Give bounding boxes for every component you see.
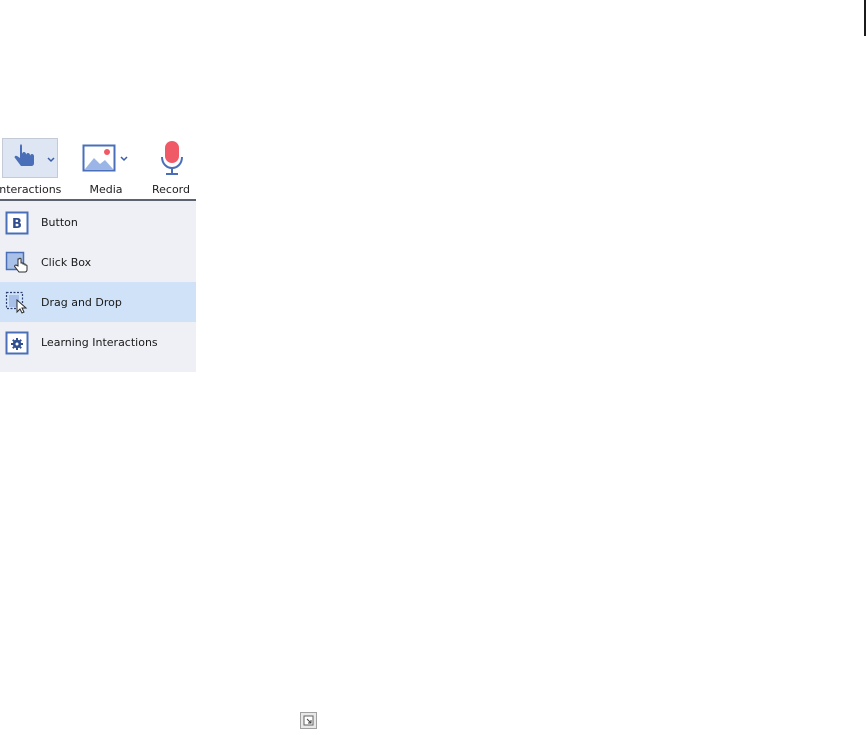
interactions-dropdown-menu: B Button Click Box Drag and Drop Learnin… — [0, 199, 196, 372]
menu-item-label: Button — [41, 216, 78, 229]
button-b-icon: B — [5, 211, 29, 235]
drag-drop-icon — [5, 291, 28, 314]
image-icon — [82, 144, 116, 172]
chevron-down-icon — [120, 156, 128, 162]
resize-grip-icon[interactable] — [300, 712, 317, 729]
menu-item-click-box[interactable]: Click Box — [0, 242, 196, 282]
menu-item-label: Click Box — [41, 256, 92, 269]
hand-pointer-icon — [14, 144, 34, 166]
gear-box-icon — [5, 331, 29, 355]
record-label: Record — [151, 183, 190, 196]
interactions-tool[interactable]: Interactions — [0, 136, 66, 198]
click-box-icon — [5, 251, 28, 273]
insert-panel: Interactions Media Record B Button Click… — [0, 136, 196, 372]
menu-item-label: Drag and Drop — [41, 296, 122, 309]
chevron-down-icon — [47, 157, 55, 163]
svg-text:B: B — [12, 217, 22, 232]
ribbon-toolbar: Interactions Media Record — [0, 136, 196, 198]
interactions-button[interactable] — [2, 138, 58, 178]
menu-item-learning-interactions[interactable]: Learning Interactions — [0, 322, 196, 362]
media-label: Media — [89, 183, 123, 196]
menu-item-drag-and-drop[interactable]: Drag and Drop — [0, 282, 196, 322]
microphone-icon — [161, 141, 183, 175]
window-edge-line — [864, 0, 866, 36]
menu-item-button[interactable]: B Button — [0, 202, 196, 242]
menu-item-label: Learning Interactions — [41, 336, 158, 349]
media-tool[interactable]: Media — [76, 136, 136, 198]
record-tool[interactable]: Record — [146, 136, 196, 198]
media-button[interactable] — [78, 138, 130, 178]
interactions-label: Interactions — [0, 183, 62, 196]
record-button[interactable] — [148, 138, 192, 178]
